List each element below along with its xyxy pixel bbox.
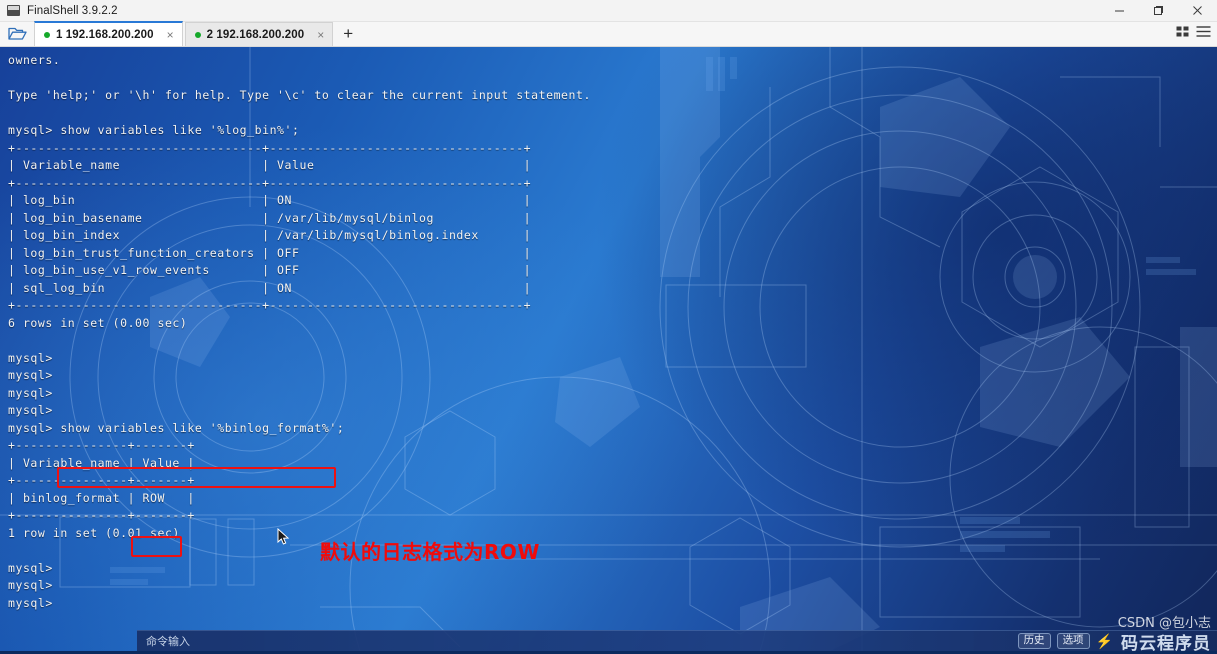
tab-label: 1 192.168.200.200 (56, 29, 154, 41)
terminal-line: | log_bin_trust_function_creators | OFF … (8, 245, 1217, 263)
grid-view-icon[interactable] (1176, 25, 1189, 43)
terminal-line: Type 'help;' or '\h' for help. Type '\c'… (8, 87, 1217, 105)
terminal-line: mysql> show variables like '%binlog_form… (8, 420, 1217, 438)
maximize-button[interactable] (1139, 0, 1178, 22)
terminal-line: +---------------------------------+-----… (8, 297, 1217, 315)
hamburger-menu-icon[interactable] (1196, 25, 1211, 43)
terminal-line: 6 rows in set (0.00 sec) (8, 315, 1217, 333)
new-tab-button[interactable]: + (335, 21, 361, 46)
terminal-line: mysql> (8, 350, 1217, 368)
tab-bar: 1 192.168.200.200 × 2 192.168.200.200 × … (0, 22, 1217, 47)
terminal-line: | Variable_name | Value | (8, 157, 1217, 175)
tab-status-dot (44, 32, 50, 38)
tab-bar-actions (1176, 21, 1217, 46)
bottom-bar-actions: 历史 选项 ⚡ 码云程序员 (1018, 631, 1217, 652)
terminal-line (8, 332, 1217, 350)
terminal-line (8, 542, 1217, 560)
tab-close-icon[interactable]: × (164, 28, 177, 42)
terminal-panel[interactable]: owners. Type 'help;' or '\h' for help. Ty… (0, 47, 1217, 651)
terminal-line (8, 70, 1217, 88)
terminal-line: mysql> show variables like '%log_bin%'; (8, 122, 1217, 140)
terminal-tab-1[interactable]: 1 192.168.200.200 × (34, 21, 183, 46)
bottom-logo-text: 码云程序员 (1121, 629, 1211, 654)
annotation-label: 默认的日志格式为ROW (320, 536, 540, 565)
terminal-line: | log_bin_use_v1_row_events | OFF | (8, 262, 1217, 280)
tab-close-icon[interactable]: × (314, 28, 327, 42)
terminal-line: owners. (8, 52, 1217, 70)
terminal-line: mysql> (8, 560, 1217, 578)
folder-open-icon[interactable] (0, 21, 34, 46)
terminal-line: | binlog_format | ROW | (8, 490, 1217, 508)
lightning-bolt-icon: ⚡ (1096, 634, 1113, 648)
terminal-line: mysql> (8, 595, 1217, 613)
terminal-line: | log_bin_basename | /var/lib/mysql/binl… (8, 210, 1217, 228)
window-title: FinalShell 3.9.2.2 (27, 5, 118, 17)
tab-status-dot (195, 32, 201, 38)
title-bar: FinalShell 3.9.2.2 (0, 0, 1217, 22)
terminal-line: mysql> (8, 577, 1217, 595)
terminal-line: mysql> (8, 402, 1217, 420)
terminal-line: +---------------------------------+-----… (8, 175, 1217, 193)
terminal-output[interactable]: owners. Type 'help;' or '\h' for help. Ty… (0, 47, 1217, 651)
bottom-status-bar: 命令输入 历史 选项 ⚡ 码云程序员 (137, 630, 1217, 651)
options-button[interactable]: 选项 (1057, 633, 1090, 649)
history-button[interactable]: 历史 (1018, 633, 1051, 649)
command-input[interactable]: 命令输入 (137, 631, 1018, 652)
close-button[interactable] (1178, 0, 1217, 22)
terminal-line: | sql_log_bin | ON | (8, 280, 1217, 298)
minimize-button[interactable] (1100, 0, 1139, 22)
terminal-line: +---------------+-------+ (8, 437, 1217, 455)
terminal-line: 1 row in set (0.01 sec) (8, 525, 1217, 543)
terminal-tab-2[interactable]: 2 192.168.200.200 × (185, 22, 334, 46)
tab-label: 2 192.168.200.200 (207, 29, 305, 41)
terminal-line: +---------------------------------+-----… (8, 140, 1217, 158)
terminal-line (8, 105, 1217, 123)
window-controls (1100, 0, 1217, 22)
terminal-line: | log_bin_index | /var/lib/mysql/binlog.… (8, 227, 1217, 245)
terminal-line: | Variable_name | Value | (8, 455, 1217, 473)
terminal-line: +---------------+-------+ (8, 507, 1217, 525)
terminal-line: mysql> (8, 367, 1217, 385)
terminal-line: mysql> (8, 385, 1217, 403)
terminal-line: | log_bin | ON | (8, 192, 1217, 210)
terminal-line: +---------------+-------+ (8, 472, 1217, 490)
command-input-placeholder: 命令输入 (146, 633, 190, 649)
app-icon (7, 5, 20, 16)
